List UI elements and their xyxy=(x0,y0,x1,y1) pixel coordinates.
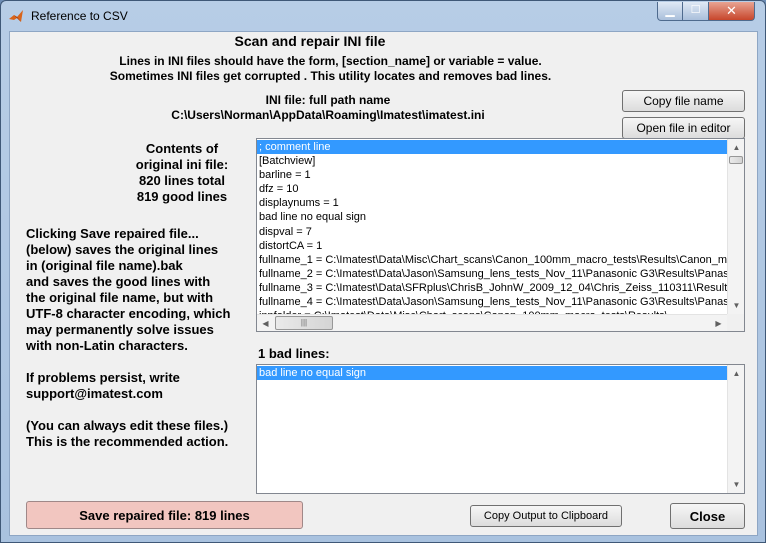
info-line: This is the recommended action. xyxy=(26,434,229,449)
title-bar[interactable]: Reference to CSV ▁ ☐ ✕ xyxy=(1,1,765,31)
scroll-down-icon[interactable]: ▼ xyxy=(728,476,744,493)
ini-file-path: C:\Users\Norman\AppData\Roaming\Imatest\… xyxy=(171,108,485,122)
bad-lines-listbox[interactable]: bad line no equal sign ▲ ▼ xyxy=(256,364,745,494)
contents-vertical-scrollbar[interactable]: ▲ ▼ xyxy=(727,139,744,314)
matlab-icon xyxy=(9,10,23,22)
list-item[interactable]: dfz = 10 xyxy=(257,182,727,196)
close-icon: ✕ xyxy=(726,3,737,18)
list-item[interactable]: ; comment line xyxy=(257,140,727,155)
scroll-thumb[interactable] xyxy=(729,156,743,164)
list-item[interactable]: fullname_1 = C:\Imatest\Data\Misc\Chart_… xyxy=(257,253,744,267)
list-item[interactable]: bad line no equal sign xyxy=(257,366,727,381)
summary-line-1: Contents of xyxy=(145,141,219,156)
dialog-client: Scan and repair INI file Lines in INI fi… xyxy=(9,31,758,536)
description-line-2: Sometimes INI files get corrupted . This… xyxy=(109,69,552,83)
scrollbar-corner xyxy=(727,314,744,331)
contents-horizontal-scrollbar[interactable]: ◀ ||| ▶ xyxy=(257,314,727,331)
ini-file-label: INI file: full path name xyxy=(265,93,391,107)
info-line: may permanently solve issues xyxy=(26,322,214,337)
list-item[interactable]: bad line no equal sign xyxy=(257,210,727,224)
maximize-icon: ☐ xyxy=(690,4,701,16)
list-item[interactable]: distortCA = 1 xyxy=(257,239,727,253)
open-file-in-editor-button[interactable]: Open file in editor xyxy=(622,117,745,139)
info-line: UTF-8 character encoding, which xyxy=(26,306,231,321)
maximize-button[interactable]: ☐ xyxy=(683,2,709,21)
bad-lines-vertical-scrollbar[interactable]: ▲ ▼ xyxy=(727,365,744,493)
ini-contents-items: ; comment line [Batchview] barline = 1 dfz … xyxy=(257,140,744,323)
copy-output-to-clipboard-button[interactable]: Copy Output to Clipboard xyxy=(470,505,622,527)
list-item[interactable]: dispval = 7 xyxy=(257,225,727,239)
info-line: Clicking Save repaired file... xyxy=(26,226,199,241)
description-line-1: Lines in INI files should have the form,… xyxy=(119,54,542,68)
info-line: (below) saves the original lines xyxy=(26,242,219,257)
scroll-left-icon[interactable]: ◀ xyxy=(257,315,274,331)
scroll-up-icon[interactable]: ▲ xyxy=(728,139,744,156)
close-button[interactable]: Close xyxy=(670,503,745,529)
minimize-icon: ▁ xyxy=(665,3,675,17)
page-title: Scan and repair INI file xyxy=(234,33,386,49)
info-line: and saves the good lines with xyxy=(26,274,211,289)
bad-lines-items: bad line no equal sign xyxy=(257,366,727,381)
copy-file-name-button[interactable]: Copy file name xyxy=(622,90,745,112)
info-line: the original file name, but with xyxy=(26,290,214,305)
scroll-down-icon[interactable]: ▼ xyxy=(728,297,744,314)
list-item[interactable]: fullname_4 = C:\Imatest\Data\Jason\Samsu… xyxy=(257,295,743,309)
horizontal-scroll-thumb[interactable]: ||| xyxy=(275,316,333,330)
close-window-button[interactable]: ✕ xyxy=(709,2,755,21)
scroll-up-icon[interactable]: ▲ xyxy=(728,365,744,382)
ini-contents-listbox[interactable]: ; comment line [Batchview] barline = 1 dfz … xyxy=(256,138,745,332)
list-item[interactable]: fullname_3 = C:\Imatest\Data\SFRplus\Chr… xyxy=(257,281,742,295)
list-item[interactable]: fullname_2 = C:\Imatest\Data\Jason\Samsu… xyxy=(257,267,743,281)
scroll-right-icon[interactable]: ▶ xyxy=(710,315,727,331)
app-window: Reference to CSV ▁ ☐ ✕ Scan and repair I… xyxy=(0,0,766,543)
bad-lines-label: 1 bad lines: xyxy=(258,346,330,361)
info-line: in (original file name).bak xyxy=(26,258,183,273)
support-email: support@imatest.com xyxy=(26,386,163,401)
list-item[interactable]: displaynums = 1 xyxy=(257,196,727,210)
info-line: If problems persist, write xyxy=(26,370,180,385)
info-line: (You can always edit these files.) xyxy=(26,418,229,433)
save-repaired-file-button[interactable]: Save repaired file: 819 lines xyxy=(26,501,303,529)
list-item[interactable]: [Batchview] xyxy=(257,154,727,168)
info-line: with non-Latin characters. xyxy=(26,338,188,353)
summary-good-lines: 819 good lines xyxy=(136,189,228,204)
summary-line-2: original ini file: xyxy=(135,157,229,172)
list-item[interactable]: barline = 1 xyxy=(257,168,727,182)
window-title: Reference to CSV xyxy=(31,9,128,23)
minimize-button[interactable]: ▁ xyxy=(657,2,683,21)
summary-total-lines: 820 lines total xyxy=(139,173,225,188)
